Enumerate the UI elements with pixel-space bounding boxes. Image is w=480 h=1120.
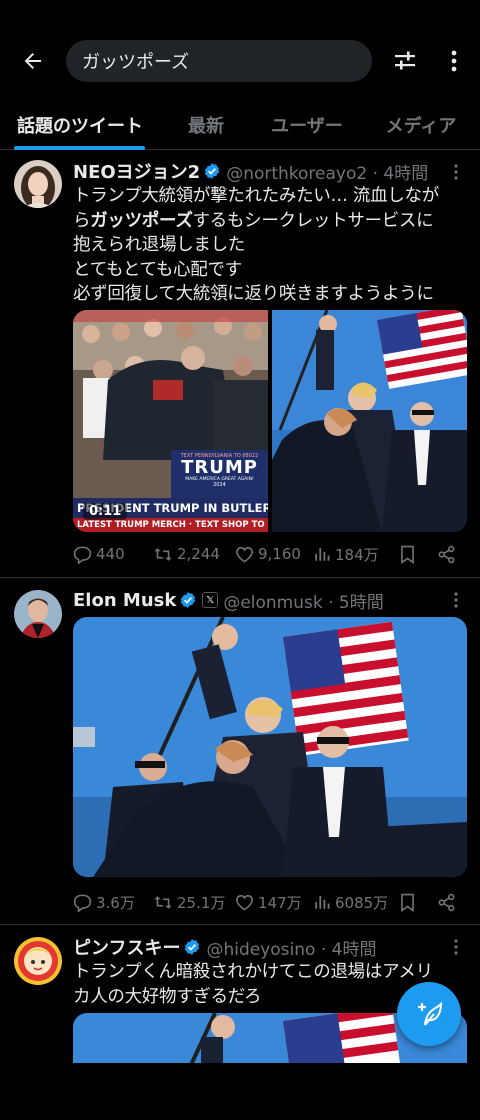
- video-thumbnail[interactable]: TEXT PENNSYLVANIA TO 88022 TRUMP MAKE AM…: [73, 310, 268, 532]
- more-vertical-icon: [454, 164, 458, 180]
- media-image[interactable]: [73, 617, 467, 877]
- search-highlight: ガッツポーズ: [90, 210, 193, 231]
- tweet-text-line: 抱えられ退場しました: [73, 235, 245, 255]
- author-name[interactable]: ピンフスキー: [73, 934, 180, 960]
- compose-icon: [418, 1001, 443, 1026]
- video-duration: 0:11: [83, 503, 128, 520]
- sign-year-text: 2024: [213, 482, 226, 488]
- tab-users-label: ユーザー: [271, 116, 343, 137]
- compose-tweet-button[interactable]: [397, 982, 461, 1046]
- affiliate-badge-icon: 𝕏: [202, 592, 219, 608]
- retweet-icon: [154, 895, 172, 909]
- tweet-more-button[interactable]: [448, 162, 464, 182]
- bookmark-icon: [401, 893, 414, 912]
- author-name[interactable]: NEOヨジョン2: [73, 158, 200, 184]
- retweet-button[interactable]: 2,244: [153, 545, 235, 564]
- search-input[interactable]: ガッツポーズ: [66, 40, 372, 82]
- share-icon: [438, 893, 455, 911]
- tweet-text-line: 必ず回復して大統領に返り咲きますようように: [73, 284, 434, 304]
- share-button[interactable]: [437, 545, 465, 564]
- tweet-text-line: トランプくん暗殺されかけてこの退場はアメリ: [73, 962, 433, 982]
- like-icon: [236, 546, 253, 563]
- search-tabs: 話題のツイート 最新 ユーザー メディア: [0, 100, 480, 150]
- like-button[interactable]: 147万: [235, 892, 313, 913]
- bookmark-icon: [401, 545, 414, 564]
- campaign-sign: TEXT PENNSYLVANIA TO 88022 TRUMP MAKE AM…: [171, 450, 268, 498]
- share-button[interactable]: [437, 893, 465, 912]
- reply-count: 440: [96, 545, 125, 563]
- tab-latest[interactable]: 最新: [160, 100, 252, 150]
- like-button[interactable]: 9,160: [235, 545, 313, 564]
- author-handle: @elonmusk · 5時間: [223, 592, 384, 613]
- tab-top[interactable]: 話題のツイート: [0, 100, 160, 150]
- tab-top-label: 話題のツイート: [17, 116, 143, 137]
- retweet-button[interactable]: 25.1万: [153, 892, 235, 913]
- avatar[interactable]: [14, 160, 62, 208]
- tab-media-label: メディア: [385, 116, 457, 137]
- tweet-text-line: とてもとても心配です: [73, 259, 242, 280]
- top-bar: ガッツポーズ 話題のツイート 最新 ユーザー メディア: [0, 0, 480, 150]
- verified-badge-icon: [203, 162, 221, 180]
- author-handle: @northkoreayo2 · 4時間: [226, 163, 429, 184]
- filter-button[interactable]: [390, 46, 420, 76]
- views-button[interactable]: 184万: [313, 544, 399, 565]
- retweet-count: 2,244: [177, 545, 220, 563]
- avatar[interactable]: [14, 937, 62, 985]
- bookmark-button[interactable]: [399, 545, 437, 564]
- tweet-header: Elon Musk 𝕏 @elonmusk · 5時間: [73, 587, 453, 613]
- reply-button[interactable]: 440: [73, 545, 153, 564]
- tweet-actions: 3.6万 25.1万 147万 6085万: [73, 889, 467, 915]
- views-icon: [315, 896, 330, 909]
- verified-badge-icon: [183, 938, 201, 956]
- share-icon: [438, 545, 455, 563]
- media-image[interactable]: [272, 310, 467, 532]
- tab-users[interactable]: ユーザー: [252, 100, 362, 150]
- tweet-text: トランプ大統領が撃たれたみたい… 流血しなが らガッツポーズするもシークレットサ…: [73, 184, 473, 307]
- sign-main-text: TRUMP: [181, 457, 258, 478]
- like-count: 147万: [258, 893, 302, 912]
- tweet-media[interactable]: TEXT PENNSYLVANIA TO 88022 TRUMP MAKE AM…: [73, 310, 467, 532]
- back-arrow-icon: [24, 53, 41, 69]
- more-vertical-icon: [451, 50, 457, 72]
- tweet-text-line: トランプ大統領が撃たれたみたい… 流血しなが: [73, 186, 439, 206]
- tweet-media[interactable]: [73, 617, 467, 877]
- reply-icon: [73, 546, 92, 564]
- views-count: 184万: [335, 545, 379, 564]
- bottom-spacer: [0, 1063, 480, 1120]
- tweet-card[interactable]: Elon Musk 𝕏 @elonmusk · 5時間 3.6万 25.1万 1…: [0, 578, 480, 925]
- video-ticker: LATEST TRUMP MERCH · TEXT SHOP TO: [73, 518, 268, 532]
- back-button[interactable]: [18, 46, 48, 76]
- more-vertical-icon: [454, 592, 458, 608]
- views-count: 6085万: [335, 893, 389, 912]
- author-handle: @hideyosino · 4時間: [206, 939, 377, 960]
- reply-button[interactable]: 3.6万: [73, 892, 153, 913]
- retweet-count: 25.1万: [177, 893, 226, 912]
- tweet-actions: 440 2,244 9,160 184万: [73, 541, 467, 567]
- bookmark-button[interactable]: [399, 893, 437, 912]
- tab-media[interactable]: メディア: [362, 100, 480, 150]
- tweet-more-button[interactable]: [448, 590, 464, 610]
- tweet-text-fragment: ら: [73, 210, 91, 231]
- tweet-card[interactable]: NEOヨジョン2 @northkoreayo2 · 4時間 トランプ大統領が撃た…: [0, 150, 480, 578]
- reply-count: 3.6万: [96, 893, 135, 912]
- tweet-text-line: らガッツポーズするもシークレットサービスに: [73, 209, 473, 234]
- more-vertical-icon: [454, 939, 458, 955]
- tweet-header: ピンフスキー @hideyosino · 4時間: [73, 934, 453, 960]
- filter-icon: [395, 51, 415, 70]
- retweet-icon: [154, 547, 172, 561]
- tweet-text-fragment: するもシークレットサービスに: [192, 210, 434, 231]
- author-name[interactable]: Elon Musk: [73, 590, 176, 611]
- like-icon: [236, 894, 253, 911]
- search-query: ガッツポーズ: [82, 52, 190, 73]
- views-icon: [315, 548, 330, 561]
- avatar[interactable]: [14, 590, 62, 638]
- like-count: 9,160: [258, 545, 301, 563]
- tweet-more-button[interactable]: [448, 937, 464, 957]
- verified-badge-icon: [179, 591, 197, 609]
- tweet-header: NEOヨジョン2 @northkoreayo2 · 4時間: [73, 158, 453, 184]
- tab-latest-label: 最新: [188, 116, 224, 137]
- reply-icon: [73, 894, 92, 912]
- more-options-button[interactable]: [440, 46, 468, 76]
- views-button[interactable]: 6085万: [313, 892, 399, 913]
